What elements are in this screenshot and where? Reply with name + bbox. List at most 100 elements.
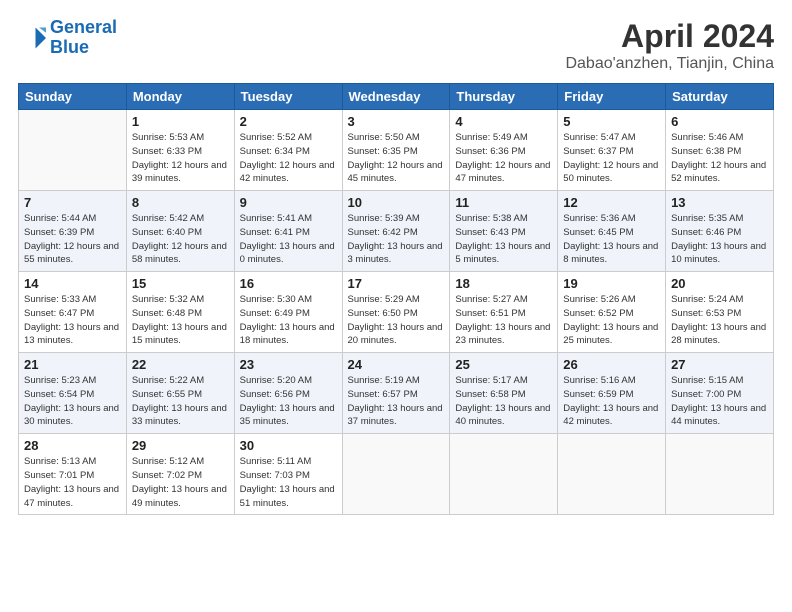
week-row-5: 28 Sunrise: 5:13 AM Sunset: 7:01 PM Dayli… [19, 434, 774, 515]
day-info: Sunrise: 5:15 AM Sunset: 7:00 PM Dayligh… [671, 374, 768, 429]
day-info: Sunrise: 5:38 AM Sunset: 6:43 PM Dayligh… [455, 212, 552, 267]
day-cell: 27 Sunrise: 5:15 AM Sunset: 7:00 PM Dayli… [666, 353, 774, 434]
day-number: 20 [671, 276, 768, 291]
day-info: Sunrise: 5:44 AM Sunset: 6:39 PM Dayligh… [24, 212, 121, 267]
day-info: Sunrise: 5:20 AM Sunset: 6:56 PM Dayligh… [240, 374, 337, 429]
day-info: Sunrise: 5:39 AM Sunset: 6:42 PM Dayligh… [348, 212, 445, 267]
day-number: 30 [240, 438, 337, 453]
week-row-1: 1 Sunrise: 5:53 AM Sunset: 6:33 PM Daylig… [19, 110, 774, 191]
day-number: 12 [563, 195, 660, 210]
day-info: Sunrise: 5:27 AM Sunset: 6:51 PM Dayligh… [455, 293, 552, 348]
day-number: 23 [240, 357, 337, 372]
day-info: Sunrise: 5:24 AM Sunset: 6:53 PM Dayligh… [671, 293, 768, 348]
day-info: Sunrise: 5:50 AM Sunset: 6:35 PM Dayligh… [348, 131, 445, 186]
day-info: Sunrise: 5:13 AM Sunset: 7:01 PM Dayligh… [24, 455, 121, 510]
day-info: Sunrise: 5:53 AM Sunset: 6:33 PM Dayligh… [132, 131, 229, 186]
day-number: 3 [348, 114, 445, 129]
subtitle: Dabao'anzhen, Tianjin, China [565, 55, 774, 73]
day-number: 28 [24, 438, 121, 453]
day-number: 14 [24, 276, 121, 291]
logo-icon [18, 24, 46, 52]
calendar-table: SundayMondayTuesdayWednesdayThursdayFrid… [18, 83, 774, 515]
day-number: 18 [455, 276, 552, 291]
day-info: Sunrise: 5:17 AM Sunset: 6:58 PM Dayligh… [455, 374, 552, 429]
day-number: 15 [132, 276, 229, 291]
day-cell [450, 434, 558, 515]
day-number: 26 [563, 357, 660, 372]
day-cell: 7 Sunrise: 5:44 AM Sunset: 6:39 PM Daylig… [19, 191, 127, 272]
weekday-header-sunday: Sunday [19, 84, 127, 110]
day-info: Sunrise: 5:29 AM Sunset: 6:50 PM Dayligh… [348, 293, 445, 348]
day-info: Sunrise: 5:12 AM Sunset: 7:02 PM Dayligh… [132, 455, 229, 510]
logo-line1: General [50, 17, 117, 37]
day-cell: 14Sunrise: 5:33 AM Sunset: 6:47 PM Dayli… [19, 272, 127, 353]
day-cell: 12 Sunrise: 5:36 AM Sunset: 6:45 PM Dayli… [558, 191, 666, 272]
day-number: 22 [132, 357, 229, 372]
day-info: Sunrise: 5:23 AM Sunset: 6:54 PM Dayligh… [24, 374, 121, 429]
weekday-header-thursday: Thursday [450, 84, 558, 110]
day-cell [558, 434, 666, 515]
day-cell: 23 Sunrise: 5:20 AM Sunset: 6:56 PM Dayli… [234, 353, 342, 434]
day-info: Sunrise: 5:19 AM Sunset: 6:57 PM Dayligh… [348, 374, 445, 429]
day-cell: 16 Sunrise: 5:30 AM Sunset: 6:49 PM Dayli… [234, 272, 342, 353]
weekday-header-wednesday: Wednesday [342, 84, 450, 110]
title-block: April 2024 Dabao'anzhen, Tianjin, China [565, 18, 774, 73]
day-cell: 10 Sunrise: 5:39 AM Sunset: 6:42 PM Dayli… [342, 191, 450, 272]
day-cell: 24 Sunrise: 5:19 AM Sunset: 6:57 PM Dayli… [342, 353, 450, 434]
day-cell: 11 Sunrise: 5:38 AM Sunset: 6:43 PM Dayli… [450, 191, 558, 272]
day-number: 29 [132, 438, 229, 453]
day-number: 7 [24, 195, 121, 210]
day-cell: 15 Sunrise: 5:32 AM Sunset: 6:48 PM Dayli… [126, 272, 234, 353]
day-info: Sunrise: 5:36 AM Sunset: 6:45 PM Dayligh… [563, 212, 660, 267]
day-info: Sunrise: 5:11 AM Sunset: 7:03 PM Dayligh… [240, 455, 337, 510]
day-number: 24 [348, 357, 445, 372]
day-info: Sunrise: 5:52 AM Sunset: 6:34 PM Dayligh… [240, 131, 337, 186]
day-cell: 29 Sunrise: 5:12 AM Sunset: 7:02 PM Dayli… [126, 434, 234, 515]
day-cell: 18 Sunrise: 5:27 AM Sunset: 6:51 PM Dayli… [450, 272, 558, 353]
main-title: April 2024 [565, 18, 774, 55]
day-info: Sunrise: 5:46 AM Sunset: 6:38 PM Dayligh… [671, 131, 768, 186]
page: General Blue April 2024 Dabao'anzhen, Ti… [0, 0, 792, 612]
week-row-3: 14Sunrise: 5:33 AM Sunset: 6:47 PM Dayli… [19, 272, 774, 353]
day-number: 11 [455, 195, 552, 210]
weekday-header-monday: Monday [126, 84, 234, 110]
day-cell [666, 434, 774, 515]
logo-text: General Blue [50, 18, 117, 58]
day-cell: 9Sunrise: 5:41 AM Sunset: 6:41 PM Daylig… [234, 191, 342, 272]
day-cell: 13 Sunrise: 5:35 AM Sunset: 6:46 PM Dayli… [666, 191, 774, 272]
day-cell: 20 Sunrise: 5:24 AM Sunset: 6:53 PM Dayli… [666, 272, 774, 353]
day-number: 1 [132, 114, 229, 129]
day-number: 16 [240, 276, 337, 291]
day-info: Sunrise: 5:35 AM Sunset: 6:46 PM Dayligh… [671, 212, 768, 267]
weekday-header-saturday: Saturday [666, 84, 774, 110]
day-info: Sunrise: 5:30 AM Sunset: 6:49 PM Dayligh… [240, 293, 337, 348]
day-cell [19, 110, 127, 191]
day-cell: 21 Sunrise: 5:23 AM Sunset: 6:54 PM Dayli… [19, 353, 127, 434]
day-cell: 28 Sunrise: 5:13 AM Sunset: 7:01 PM Dayli… [19, 434, 127, 515]
day-cell: 22Sunrise: 5:22 AM Sunset: 6:55 PM Dayli… [126, 353, 234, 434]
day-number: 8 [132, 195, 229, 210]
day-number: 6 [671, 114, 768, 129]
day-number: 19 [563, 276, 660, 291]
day-number: 2 [240, 114, 337, 129]
day-cell: 6 Sunrise: 5:46 AM Sunset: 6:38 PM Daylig… [666, 110, 774, 191]
day-number: 10 [348, 195, 445, 210]
day-cell: 19Sunrise: 5:26 AM Sunset: 6:52 PM Dayli… [558, 272, 666, 353]
weekday-header-row: SundayMondayTuesdayWednesdayThursdayFrid… [19, 84, 774, 110]
day-cell: 17Sunrise: 5:29 AM Sunset: 6:50 PM Dayli… [342, 272, 450, 353]
day-cell: 3 Sunrise: 5:50 AM Sunset: 6:35 PM Daylig… [342, 110, 450, 191]
day-cell: 2 Sunrise: 5:52 AM Sunset: 6:34 PM Daylig… [234, 110, 342, 191]
day-cell: 8Sunrise: 5:42 AM Sunset: 6:40 PM Daylig… [126, 191, 234, 272]
day-number: 21 [24, 357, 121, 372]
day-cell [342, 434, 450, 515]
day-cell: 25Sunrise: 5:17 AM Sunset: 6:58 PM Dayli… [450, 353, 558, 434]
day-cell: 26Sunrise: 5:16 AM Sunset: 6:59 PM Dayli… [558, 353, 666, 434]
day-number: 4 [455, 114, 552, 129]
header: General Blue April 2024 Dabao'anzhen, Ti… [18, 18, 774, 73]
day-number: 9 [240, 195, 337, 210]
day-number: 13 [671, 195, 768, 210]
day-number: 27 [671, 357, 768, 372]
day-info: Sunrise: 5:47 AM Sunset: 6:37 PM Dayligh… [563, 131, 660, 186]
day-info: Sunrise: 5:32 AM Sunset: 6:48 PM Dayligh… [132, 293, 229, 348]
day-cell: 4Sunrise: 5:49 AM Sunset: 6:36 PM Daylig… [450, 110, 558, 191]
